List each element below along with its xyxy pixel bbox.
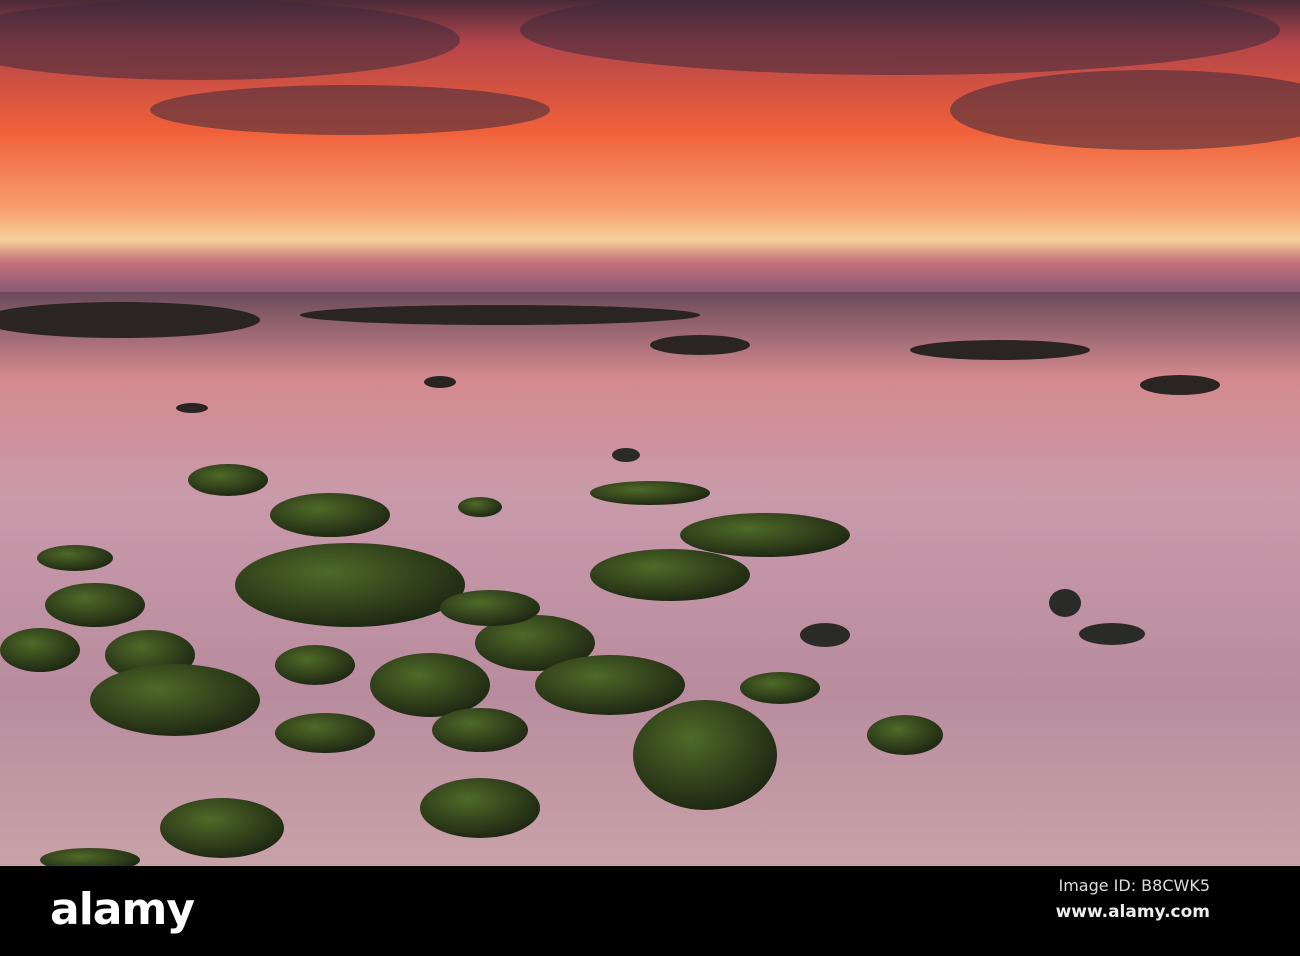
site-url: www.alamy.com bbox=[1055, 902, 1210, 922]
beach-sunset-photo bbox=[0, 0, 1300, 866]
watermark-bar: alamy Image ID: B8CWK5 www.alamy.com bbox=[0, 866, 1300, 956]
stock-photo: alamy Image ID: B8CWK5 www.alamy.com bbox=[0, 0, 1300, 956]
image-id: Image ID: B8CWK5 bbox=[1058, 876, 1210, 895]
alamy-logo: alamy bbox=[50, 884, 195, 935]
